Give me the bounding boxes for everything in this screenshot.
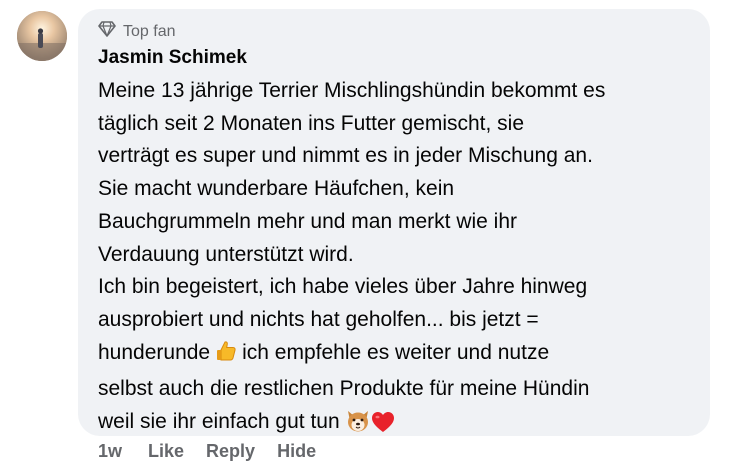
comment-line: Verdauung unterstützt wird. (98, 242, 354, 266)
comment-line: Meine 13 jährige Terrier Mischlingshündi… (98, 79, 606, 102)
comment-line: Bauchgrummeln mehr und man merkt wie ihr (98, 209, 517, 233)
badge-label: Top fan (123, 22, 176, 40)
comment-text-segment: ich empfehle es weiter und nutze (242, 340, 550, 364)
author-name[interactable]: Jasmin Schimek (98, 47, 247, 69)
comment-text-segment: weil sie ihr einfach gut tun (98, 410, 340, 434)
comment-line: Sie macht wunderbare Häufchen, kein (98, 177, 455, 201)
red-heart-icon (371, 411, 395, 444)
comment-line: täglich seit 2 Monaten ins Futter gemisc… (98, 111, 525, 135)
comment-text: Meine 13 jährige Terrier Mischlingshündi… (98, 75, 704, 444)
dog-face-icon (345, 409, 371, 444)
comment-line: selbst auch die restlichen Produkte für … (98, 377, 590, 401)
comment-timestamp[interactable]: 1w (98, 441, 122, 462)
top-fan-badge: Top fan (98, 21, 175, 42)
comment-line: verträgt es super und nimmt es in jeder … (98, 144, 593, 168)
thumbs-up-icon (214, 339, 238, 374)
comment-line: Ich bin begeistert, ich habe vieles über… (98, 275, 588, 299)
comment-actions: 1w Like Reply Hide (98, 441, 338, 462)
like-button[interactable]: Like (148, 441, 184, 462)
avatar[interactable] (17, 11, 67, 61)
comment-text-segment: hunderunde (98, 340, 211, 364)
comment-line: hunderunde ich empfehle es weiter und nu… (98, 337, 704, 374)
comment-line: weil sie ihr einfach gut tun (98, 406, 704, 444)
hide-button[interactable]: Hide (277, 441, 316, 462)
comment-line: ausprobiert und nichts hat geholfen... b… (98, 307, 539, 331)
diamond-icon (98, 21, 116, 42)
reply-button[interactable]: Reply (206, 441, 255, 462)
